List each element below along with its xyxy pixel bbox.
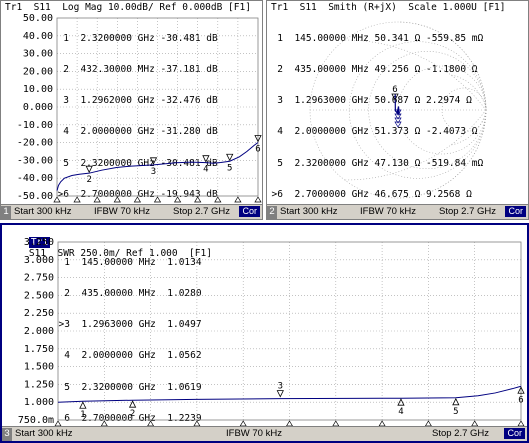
stimulus-tick — [173, 196, 182, 203]
marker-label: 5 — [453, 407, 458, 417]
smith-statusbar: 2 Start 300 kHz IFBW 70 kHz Stop 2.7 GHz… — [267, 204, 528, 219]
stop-frequency[interactable]: Stop 2.7 GHz — [173, 206, 230, 217]
y-tick-label: -20.00 — [17, 138, 53, 149]
ifbw[interactable]: IFBW 70 kHz — [94, 206, 150, 217]
stimulus-tick — [234, 196, 242, 203]
correction-indicator[interactable]: Cor — [504, 428, 525, 439]
y-tick-label: 750.0m — [18, 415, 54, 426]
channel-number[interactable]: 2 — [267, 206, 277, 219]
smith-chart[interactable]: 6 — [267, 1, 529, 207]
start-frequency[interactable]: Start 300 kHz — [15, 428, 73, 439]
marker-triangle — [226, 153, 234, 162]
y-tick-label: 30.00 — [23, 49, 53, 60]
stimulus-tick — [214, 196, 222, 203]
marker-triangle — [79, 401, 87, 409]
y-tick-label: -50.00 — [17, 191, 53, 202]
stimulus-tick — [194, 196, 202, 203]
logmag-panel[interactable]: Tr1 S11 Log Mag 10.00dB/ Ref 0.000dB [F1… — [0, 0, 263, 220]
correction-indicator[interactable]: Cor — [505, 206, 526, 217]
marker-label: 4 — [203, 165, 208, 175]
y-tick-label: 10.00 — [23, 84, 53, 95]
marker-label: 3 — [151, 167, 156, 177]
stop-frequency[interactable]: Stop 2.7 GHz — [432, 428, 489, 439]
stimulus-tick — [53, 196, 61, 203]
marker-label: 1 — [80, 410, 85, 420]
stop-frequency[interactable]: Stop 2.7 GHz — [439, 206, 496, 217]
marker-label: 3 — [278, 382, 283, 392]
marker-label: 2 — [130, 409, 135, 419]
y-tick-label: 0.000 — [23, 102, 53, 113]
start-frequency[interactable]: Start 300 kHz — [14, 206, 72, 217]
y-tick-label: 1.250 — [24, 379, 54, 390]
marker-triangle — [149, 157, 158, 165]
marker-label: 5 — [227, 163, 232, 173]
y-tick-label: 40.00 — [23, 31, 53, 42]
y-tick-label: -40.00 — [17, 173, 53, 184]
stimulus-tick — [73, 196, 81, 203]
y-tick-label: -30.00 — [17, 155, 53, 166]
y-tick-label: 1.000 — [24, 397, 54, 408]
marker-triangle — [85, 165, 93, 174]
stimulus-tick — [93, 196, 101, 203]
ifbw[interactable]: IFBW 70 kHz — [360, 206, 416, 217]
marker-label: 4 — [398, 407, 403, 417]
y-tick-label: -10.00 — [17, 120, 53, 131]
correction-indicator[interactable]: Cor — [239, 206, 260, 217]
start-frequency[interactable]: Start 300 kHz — [280, 206, 338, 217]
stimulus-tick — [133, 196, 142, 203]
stimulus-tick — [254, 196, 262, 203]
y-tick-label: 2.250 — [24, 308, 54, 319]
stimulus-tick — [113, 196, 121, 203]
marker-label: 2 — [86, 175, 91, 185]
y-tick-label: 50.00 — [23, 13, 53, 24]
y-tick-label: 1.500 — [24, 362, 54, 373]
swr-plot[interactable]: 3.250 3.000 2.750 2.500 2.250 2.000 1.750 1.500… — [2, 225, 527, 429]
y-tick-label: 1.750 — [24, 344, 54, 355]
y-tick-label: 2.000 — [24, 326, 54, 337]
logmag-plot[interactable]: 50.00 40.00 30.00 20.00 10.00 0.000 -10.00 -20.… — [1, 1, 263, 207]
y-tick-label: 2.500 — [24, 290, 54, 301]
marker-label: 6 — [255, 144, 260, 154]
marker-triangle — [452, 397, 460, 406]
y-tick-label: 3.000 — [24, 255, 54, 266]
channel-number[interactable]: 3 — [2, 428, 12, 441]
ifbw[interactable]: IFBW 70 kHz — [226, 428, 282, 439]
logmag-statusbar: 1 Start 300 kHz IFBW 70 kHz Stop 2.7 GHz… — [1, 204, 262, 219]
y-tick-label: 20.00 — [23, 66, 53, 77]
channel-number[interactable]: 1 — [1, 206, 11, 219]
smith-panel[interactable]: Tr1 S11 Smith (R+jX) Scale 1.000U [F1] 1… — [266, 0, 529, 220]
swr-statusbar: 3 Start 300 kHz IFBW 70 kHz Stop 2.7 GHz… — [2, 426, 527, 441]
y-tick-label: 3.250 — [24, 237, 54, 248]
marker-triangle — [202, 155, 210, 163]
swr-trace-line — [58, 385, 522, 403]
marker-label: 6 — [392, 85, 397, 95]
marker-label: 6 — [518, 395, 523, 405]
swr-panel[interactable]: Tr1 S11 SWR 250.0m/ Ref 1.000 [F1] 1 145… — [0, 223, 529, 443]
stimulus-tick — [153, 196, 162, 203]
y-tick-label: 2.750 — [24, 273, 54, 284]
